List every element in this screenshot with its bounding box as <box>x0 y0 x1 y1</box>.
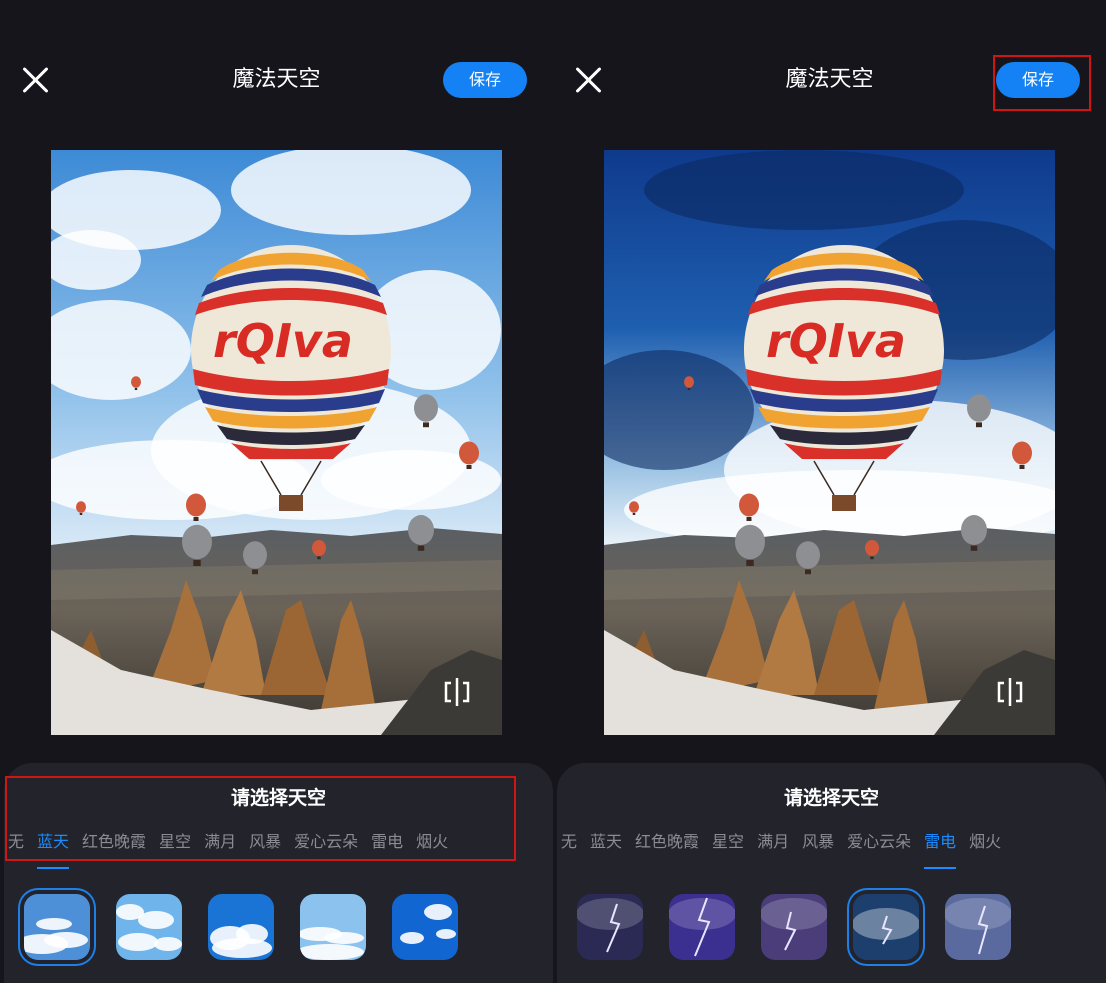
sheet-title: 请选择天空 <box>783 787 879 809</box>
balloon-lettering: rQIva <box>766 314 906 368</box>
sky-thumbnail[interactable] <box>669 894 735 960</box>
sky-tabs: 无蓝天 红色晚霞 星空 满月 风暴 爱心云朵 雷电 烟火 <box>561 829 1014 869</box>
sky-thumbnail[interactable] <box>945 894 1011 960</box>
sky-tab[interactable]: 爱心云朵 <box>847 829 911 855</box>
sky-tab[interactable]: 雷电 <box>924 829 957 869</box>
balloon-lettering: rQIva <box>213 314 353 368</box>
compare-icon[interactable] <box>993 675 1027 709</box>
photo-preview: rQIva <box>604 150 1055 735</box>
compare-icon[interactable] <box>440 675 474 709</box>
sky-tab[interactable]: 红色晚霞 <box>635 829 699 855</box>
sky-thumbnail[interactable] <box>577 894 643 960</box>
sky-selector-sheet: 请选择天空 无蓝天 红色晚霞 星空 满月 风暴 爱心云朵 雷电 烟火 <box>557 763 1106 983</box>
sky-tab[interactable]: 星空 <box>712 829 744 855</box>
sky-thumbnail[interactable] <box>208 894 274 960</box>
sky-thumbnail[interactable] <box>392 894 458 960</box>
panel-before: 魔法天空 保存 rQIva 请选择天空 无蓝天 红色晚霞 星空 满月 风暴 爱心云朵 雷电烟… <box>0 0 553 983</box>
sky-thumbnail[interactable] <box>761 894 827 960</box>
top-bar: 魔法天空 保存 <box>0 52 553 108</box>
sky-thumbnail[interactable] <box>24 894 90 960</box>
sky-tab[interactable]: 烟火 <box>969 829 1001 855</box>
photo-preview: rQIva <box>51 150 502 735</box>
sky-thumbnail[interactable] <box>853 894 919 960</box>
sky-tab[interactable]: 无 <box>561 829 577 855</box>
sky-tab[interactable]: 满月 <box>757 829 789 855</box>
panel-after: 魔法天空 保存 rQIva 请选择天空 无蓝天 红色晚霞 星空 满月 风暴 爱心云朵 雷电烟… <box>553 0 1106 983</box>
highlight-box-tabs <box>5 776 516 861</box>
highlight-box-save <box>993 55 1091 111</box>
sky-tab[interactable]: 蓝天 <box>590 829 622 855</box>
sky-thumbnail[interactable] <box>116 894 182 960</box>
save-button[interactable]: 保存 <box>443 62 527 98</box>
sky-tab[interactable]: 风暴 <box>802 829 834 855</box>
sky-thumbnail[interactable] <box>300 894 366 960</box>
